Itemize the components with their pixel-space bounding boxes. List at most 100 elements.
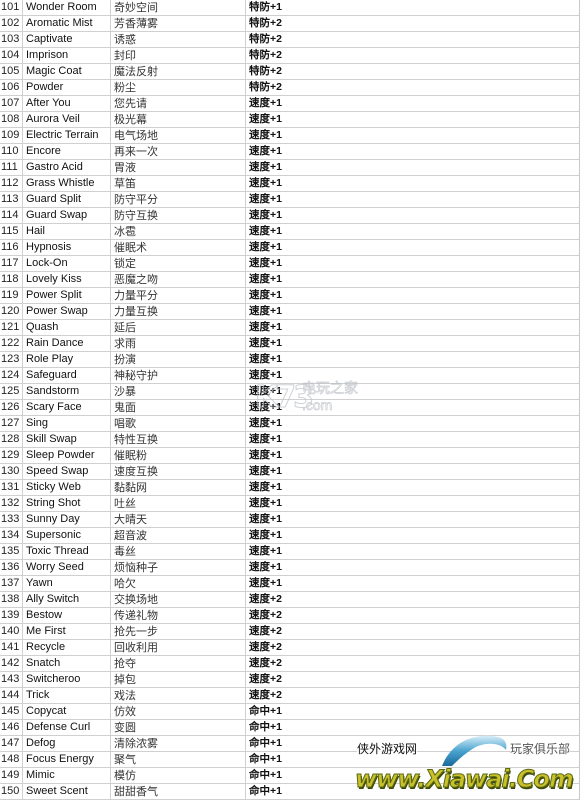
effect-cell[interactable]: 速度+1 (246, 176, 579, 191)
english-name-cell[interactable]: Speed Swap (23, 464, 111, 479)
english-name-cell[interactable]: Hail (23, 224, 111, 239)
effect-cell[interactable]: 命中+1 (246, 720, 579, 735)
english-name-cell[interactable]: Recycle (23, 640, 111, 655)
chinese-name-cell[interactable]: 黏黏网 (111, 480, 246, 495)
english-name-cell[interactable]: Role Play (23, 352, 111, 367)
english-name-cell[interactable]: Lovely Kiss (23, 272, 111, 287)
row-number-cell[interactable]: 102 (0, 16, 23, 31)
english-name-cell[interactable]: Defog (23, 736, 111, 751)
row-number-cell[interactable]: 143 (0, 672, 23, 687)
row-number-cell[interactable]: 140 (0, 624, 23, 639)
effect-cell[interactable]: 速度+1 (246, 96, 579, 111)
english-name-cell[interactable]: Magic Coat (23, 64, 111, 79)
effect-cell[interactable]: 命中+1 (246, 736, 579, 751)
effect-cell[interactable]: 速度+1 (246, 560, 579, 575)
chinese-name-cell[interactable]: 速度互换 (111, 464, 246, 479)
effect-cell[interactable]: 速度+1 (246, 544, 579, 559)
english-name-cell[interactable]: Captivate (23, 32, 111, 47)
row-number-cell[interactable]: 119 (0, 288, 23, 303)
row-number-cell[interactable]: 132 (0, 496, 23, 511)
row-number-cell[interactable]: 146 (0, 720, 23, 735)
chinese-name-cell[interactable]: 锁定 (111, 256, 246, 271)
row-number-cell[interactable]: 105 (0, 64, 23, 79)
chinese-name-cell[interactable]: 电气场地 (111, 128, 246, 143)
row-number-cell[interactable]: 112 (0, 176, 23, 191)
english-name-cell[interactable]: Power Swap (23, 304, 111, 319)
chinese-name-cell[interactable]: 毒丝 (111, 544, 246, 559)
english-name-cell[interactable]: Hypnosis (23, 240, 111, 255)
row-number-cell[interactable]: 118 (0, 272, 23, 287)
row-number-cell[interactable]: 111 (0, 160, 23, 175)
effect-cell[interactable]: 速度+2 (246, 688, 579, 703)
effect-cell[interactable]: 速度+1 (246, 336, 579, 351)
row-number-cell[interactable]: 103 (0, 32, 23, 47)
english-name-cell[interactable]: Aurora Veil (23, 112, 111, 127)
english-name-cell[interactable]: Guard Swap (23, 208, 111, 223)
chinese-name-cell[interactable]: 吐丝 (111, 496, 246, 511)
row-number-cell[interactable]: 142 (0, 656, 23, 671)
english-name-cell[interactable]: Trick (23, 688, 111, 703)
effect-cell[interactable]: 命中+1 (246, 784, 579, 799)
chinese-name-cell[interactable]: 防守互换 (111, 208, 246, 223)
row-number-cell[interactable]: 136 (0, 560, 23, 575)
english-name-cell[interactable]: Mimic (23, 768, 111, 783)
effect-cell[interactable]: 速度+1 (246, 528, 579, 543)
chinese-name-cell[interactable]: 封印 (111, 48, 246, 63)
row-number-cell[interactable]: 120 (0, 304, 23, 319)
english-name-cell[interactable]: Electric Terrain (23, 128, 111, 143)
row-number-cell[interactable]: 131 (0, 480, 23, 495)
row-number-cell[interactable]: 135 (0, 544, 23, 559)
english-name-cell[interactable]: Me First (23, 624, 111, 639)
chinese-name-cell[interactable]: 冰雹 (111, 224, 246, 239)
effect-cell[interactable]: 速度+1 (246, 224, 579, 239)
effect-cell[interactable]: 速度+2 (246, 656, 579, 671)
row-number-cell[interactable]: 128 (0, 432, 23, 447)
english-name-cell[interactable]: Supersonic (23, 528, 111, 543)
effect-cell[interactable]: 速度+1 (246, 320, 579, 335)
english-name-cell[interactable]: Sandstorm (23, 384, 111, 399)
effect-cell[interactable]: 速度+1 (246, 256, 579, 271)
chinese-name-cell[interactable]: 再来一次 (111, 144, 246, 159)
english-name-cell[interactable]: Wonder Room (23, 0, 111, 15)
row-number-cell[interactable]: 104 (0, 48, 23, 63)
chinese-name-cell[interactable]: 胃液 (111, 160, 246, 175)
effect-cell[interactable]: 特防+2 (246, 48, 579, 63)
row-number-cell[interactable]: 101 (0, 0, 23, 15)
row-number-cell[interactable]: 141 (0, 640, 23, 655)
english-name-cell[interactable]: Copycat (23, 704, 111, 719)
chinese-name-cell[interactable]: 甜甜香气 (111, 784, 246, 799)
row-number-cell[interactable]: 129 (0, 448, 23, 463)
english-name-cell[interactable]: Sunny Day (23, 512, 111, 527)
row-number-cell[interactable]: 144 (0, 688, 23, 703)
row-number-cell[interactable]: 122 (0, 336, 23, 351)
effect-cell[interactable]: 特防+2 (246, 80, 579, 95)
english-name-cell[interactable]: Sweet Scent (23, 784, 111, 799)
effect-cell[interactable]: 速度+1 (246, 288, 579, 303)
chinese-name-cell[interactable]: 力量平分 (111, 288, 246, 303)
chinese-name-cell[interactable]: 清除浓雾 (111, 736, 246, 751)
chinese-name-cell[interactable]: 哈欠 (111, 576, 246, 591)
english-name-cell[interactable]: Lock-On (23, 256, 111, 271)
effect-cell[interactable]: 速度+1 (246, 128, 579, 143)
effect-cell[interactable]: 速度+2 (246, 624, 579, 639)
effect-cell[interactable]: 速度+1 (246, 448, 579, 463)
effect-cell[interactable]: 命中+1 (246, 704, 579, 719)
effect-cell[interactable]: 速度+1 (246, 496, 579, 511)
chinese-name-cell[interactable]: 神秘守护 (111, 368, 246, 383)
row-number-cell[interactable]: 127 (0, 416, 23, 431)
row-number-cell[interactable]: 145 (0, 704, 23, 719)
chinese-name-cell[interactable]: 粉尘 (111, 80, 246, 95)
effect-cell[interactable]: 速度+1 (246, 352, 579, 367)
row-number-cell[interactable]: 149 (0, 768, 23, 783)
effect-cell[interactable]: 速度+1 (246, 432, 579, 447)
chinese-name-cell[interactable]: 唱歌 (111, 416, 246, 431)
effect-cell[interactable]: 速度+1 (246, 144, 579, 159)
chinese-name-cell[interactable]: 回收利用 (111, 640, 246, 655)
english-name-cell[interactable]: Bestow (23, 608, 111, 623)
effect-cell[interactable]: 速度+1 (246, 480, 579, 495)
english-name-cell[interactable]: Sticky Web (23, 480, 111, 495)
english-name-cell[interactable]: Worry Seed (23, 560, 111, 575)
effect-cell[interactable]: 命中+1 (246, 768, 579, 783)
row-number-cell[interactable]: 107 (0, 96, 23, 111)
effect-cell[interactable]: 速度+1 (246, 272, 579, 287)
